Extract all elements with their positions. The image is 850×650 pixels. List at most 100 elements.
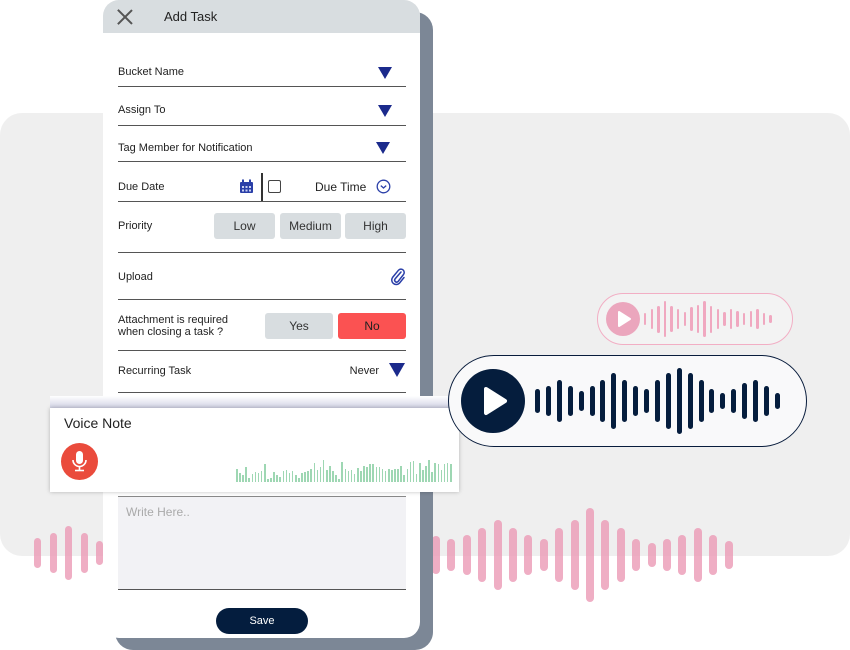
audio-waveform-large <box>535 356 795 446</box>
microphone-button[interactable] <box>61 443 98 480</box>
waveform-bar <box>415 474 418 482</box>
divider <box>261 173 263 201</box>
assign-to-dropdown[interactable]: Assign To <box>118 93 406 126</box>
waveform-bar <box>335 475 337 482</box>
upload-row[interactable]: Upload <box>118 253 406 300</box>
chevron-down-icon <box>378 105 392 117</box>
waveform-bar <box>356 467 359 482</box>
due-time-checkbox[interactable] <box>268 180 281 193</box>
waveform-bar <box>690 307 693 331</box>
waveform-bar <box>257 473 260 482</box>
waveform-bar <box>611 372 617 430</box>
waveform-bar <box>304 472 306 482</box>
waveform-bar <box>260 471 263 482</box>
recurring-task-label: Recurring Task <box>118 365 192 377</box>
waveform-bar <box>248 477 251 482</box>
waveform-bar <box>437 464 440 482</box>
waveform-bar <box>375 466 378 482</box>
notes-textarea[interactable]: Write Here.. <box>118 496 406 590</box>
waveform-bar <box>403 475 406 482</box>
priority-medium-button[interactable]: Medium <box>280 213 341 239</box>
waveform-bar <box>698 379 704 423</box>
play-button-large[interactable] <box>461 369 525 433</box>
waveform-bar <box>545 386 551 416</box>
waveform-bar <box>422 469 424 482</box>
waveform-bar <box>724 541 733 569</box>
waveform-bar <box>524 535 533 575</box>
waveform-bar <box>273 472 275 482</box>
calendar-icon[interactable] <box>239 179 254 194</box>
waveform-bar <box>678 535 687 575</box>
attachment-yes-button[interactable]: Yes <box>265 313 333 339</box>
waveform-bar <box>409 462 412 482</box>
play-button-small[interactable] <box>606 302 640 336</box>
waveform-bar <box>347 471 350 482</box>
waveform-bar <box>279 476 282 482</box>
waveform-bar <box>254 472 257 482</box>
bucket-name-dropdown[interactable]: Bucket Name <box>118 55 406 87</box>
paperclip-icon[interactable] <box>390 268 406 286</box>
due-time-label[interactable]: Due Time <box>315 180 366 194</box>
waveform-bar <box>447 539 456 571</box>
waveform-bar <box>736 310 739 328</box>
waveform-bar <box>400 465 402 482</box>
waveform-bar <box>285 469 288 482</box>
waveform-bar <box>397 468 399 482</box>
voice-note-title: Voice Note <box>64 415 132 431</box>
save-button[interactable]: Save <box>216 608 308 634</box>
waveform-bar <box>251 474 254 482</box>
waveform-bar <box>446 463 449 482</box>
priority-low-button[interactable]: Low <box>214 213 275 239</box>
attachment-no-button[interactable]: No <box>338 313 406 339</box>
attachment-required-label: Attachment is required when closing a ta… <box>118 314 228 338</box>
close-icon[interactable] <box>117 9 133 25</box>
due-date-label[interactable]: Due Date <box>118 181 164 193</box>
chevron-down-icon <box>378 67 392 79</box>
waveform-bar <box>316 469 319 482</box>
waveform-bar <box>341 462 344 482</box>
tag-member-dropdown[interactable]: Tag Member for Notification <box>118 132 406 162</box>
waveform-bar <box>245 466 247 482</box>
waveform-bar <box>723 311 726 327</box>
waveform-bar <box>363 465 365 482</box>
waveform-bar <box>301 473 303 482</box>
waveform-bar <box>616 527 625 583</box>
waveform-bar <box>431 472 433 482</box>
decorative-waveform-left <box>34 515 114 595</box>
play-icon <box>484 387 507 415</box>
waveform-bar <box>555 527 564 583</box>
waveform-bar <box>601 519 610 591</box>
waveform-bar <box>749 310 752 328</box>
waveform-bar <box>307 471 309 482</box>
waveform-bar <box>291 471 294 482</box>
waveform-bar <box>663 301 667 337</box>
waveform-bar <box>578 391 584 411</box>
play-icon <box>618 311 631 327</box>
waveform-bar <box>434 463 437 482</box>
waveform-bar <box>644 389 649 413</box>
waveform-bar <box>353 474 356 482</box>
waveform-bar <box>753 379 758 423</box>
waveform-bar <box>647 543 656 567</box>
clock-icon[interactable] <box>376 179 391 194</box>
waveform-bar <box>763 386 769 416</box>
audio-waveform-small <box>644 294 784 344</box>
priority-high-button[interactable]: High <box>345 213 406 239</box>
attachment-required-line1: Attachment is required <box>118 314 229 326</box>
waveform-bar <box>428 460 430 482</box>
waveform-bar <box>696 304 700 334</box>
recurring-task-dropdown[interactable]: Recurring Task Never <box>118 351 406 393</box>
waveform-bar <box>632 539 641 571</box>
waveform-bar <box>394 468 396 482</box>
waveform-bar <box>350 469 353 482</box>
waveform-bar <box>387 468 390 482</box>
waveform-bar <box>449 464 452 482</box>
waveform-bar <box>369 464 371 482</box>
waveform-bar <box>654 379 660 423</box>
waveform-bar <box>406 468 409 482</box>
waveform-bar <box>683 311 686 327</box>
waveform-bar <box>677 309 680 329</box>
recurring-task-value: Never <box>349 365 379 377</box>
waveform-bar <box>366 466 368 482</box>
waveform-bar <box>80 532 88 574</box>
